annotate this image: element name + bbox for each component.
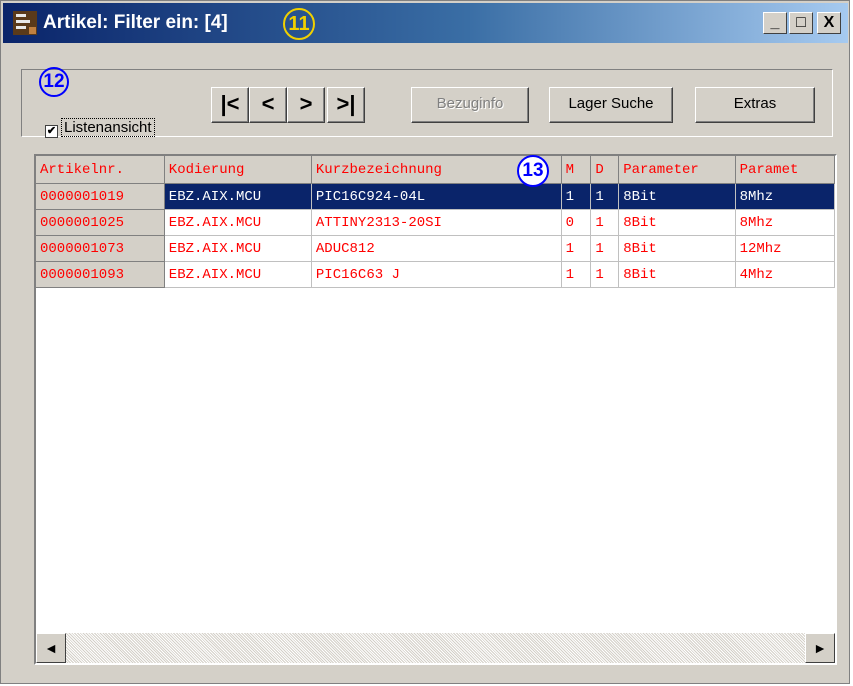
article-table: Artikelnr. Kodierung Kurzbezeichnung M D… — [36, 156, 835, 288]
artikel-window: Artikel: Filter ein: [4] _ □ X 11 12 ✔ L… — [0, 0, 850, 684]
maximize-icon: □ — [796, 14, 806, 31]
table-cell[interactable]: 8Mhz — [735, 209, 835, 236]
table-cell[interactable]: EBZ.AIX.MCU — [164, 261, 312, 288]
table-cell[interactable]: 8Mhz — [735, 183, 835, 210]
column-header[interactable]: Artikelnr. — [36, 156, 165, 184]
minimize-button[interactable]: _ — [763, 12, 787, 34]
minimize-icon: _ — [770, 14, 780, 31]
table-cell[interactable]: 8Bit — [618, 235, 736, 262]
column-header[interactable]: M — [561, 156, 592, 184]
scroll-right-button[interactable]: ► — [805, 633, 835, 663]
column-header[interactable]: D — [590, 156, 620, 184]
table-cell[interactable]: 4Mhz — [735, 261, 835, 288]
table-cell[interactable]: PIC16C63 J — [311, 261, 562, 288]
lager-suche-button[interactable]: Lager Suche — [549, 87, 673, 123]
table-cell[interactable]: 8Bit — [618, 183, 736, 210]
table-cell[interactable]: 1 — [590, 235, 620, 262]
marker-12: 12 — [39, 67, 69, 97]
extras-button[interactable]: Extras — [695, 87, 815, 123]
table-cell[interactable]: 12Mhz — [735, 235, 835, 262]
marker-13: 13 — [517, 155, 549, 187]
close-icon: X — [823, 14, 835, 31]
table-cell[interactable]: EBZ.AIX.MCU — [164, 183, 312, 210]
table-cell[interactable]: 8Bit — [618, 261, 736, 288]
table-row[interactable]: 0000001025 EBZ.AIX.MCU ATTINY2313-20SI 0… — [36, 209, 835, 236]
table-cell[interactable]: EBZ.AIX.MCU — [164, 235, 312, 262]
arrow-left-icon: ◄ — [44, 640, 58, 656]
list-view-label[interactable]: Listenansicht — [61, 118, 155, 137]
article-number-cell[interactable]: 0000001025 — [36, 209, 165, 236]
nav-prev-button[interactable]: < — [249, 87, 287, 123]
maximize-button[interactable]: □ — [789, 12, 813, 34]
scroll-left-button[interactable]: ◄ — [36, 633, 66, 663]
app-icon — [11, 9, 39, 37]
table-cell[interactable]: 1 — [590, 183, 620, 210]
table-row[interactable]: 0000001073 EBZ.AIX.MCU ADUC812 1 1 8Bit … — [36, 235, 835, 262]
list-view-checkbox[interactable]: ✔ — [45, 125, 58, 138]
article-number-cell[interactable]: 0000001073 — [36, 235, 165, 262]
table-cell[interactable]: ADUC812 — [311, 235, 562, 262]
table-cell[interactable]: ATTINY2313-20SI — [311, 209, 562, 236]
table-cell[interactable]: PIC16C924-04L — [311, 183, 562, 210]
table-cell[interactable]: 1 — [590, 261, 620, 288]
article-number-cell[interactable]: 0000001093 — [36, 261, 165, 288]
window-title: Artikel: Filter ein: [4] — [43, 12, 228, 33]
article-grid[interactable]: Artikelnr. Kodierung Kurzbezeichnung M D… — [34, 154, 837, 665]
table-row[interactable]: 0000001093 EBZ.AIX.MCU PIC16C63 J 1 1 8B… — [36, 261, 835, 288]
horizontal-scrollbar[interactable]: ◄ ► — [36, 633, 835, 663]
column-header[interactable]: Paramet — [735, 156, 835, 184]
arrow-right-icon: ► — [813, 640, 827, 656]
column-header[interactable]: Parameter — [618, 156, 736, 184]
nav-next-button[interactable]: > — [287, 87, 325, 123]
bezuginfo-button[interactable]: Bezuginfo — [411, 87, 529, 123]
table-cell[interactable]: EBZ.AIX.MCU — [164, 209, 312, 236]
marker-11: 11 — [283, 8, 315, 40]
nav-first-button[interactable]: |< — [211, 87, 249, 123]
table-cell[interactable]: 1 — [590, 209, 620, 236]
column-header[interactable]: Kodierung — [164, 156, 312, 184]
title-bar[interactable]: Artikel: Filter ein: [4] _ □ X — [3, 3, 848, 43]
table-cell[interactable]: 1 — [561, 261, 592, 288]
close-button[interactable]: X — [817, 12, 841, 34]
article-number-cell[interactable]: 0000001019 — [36, 183, 165, 210]
header-row: Artikelnr. Kodierung Kurzbezeichnung M D… — [36, 156, 835, 184]
table-cell[interactable]: 8Bit — [618, 209, 736, 236]
table-cell[interactable]: 1 — [561, 235, 592, 262]
table-cell[interactable]: 1 — [561, 183, 592, 210]
table-cell[interactable]: 0 — [561, 209, 592, 236]
table-row[interactable]: 0000001019 EBZ.AIX.MCU PIC16C924-04L 1 1… — [36, 183, 835, 210]
nav-last-button[interactable]: >| — [327, 87, 365, 123]
